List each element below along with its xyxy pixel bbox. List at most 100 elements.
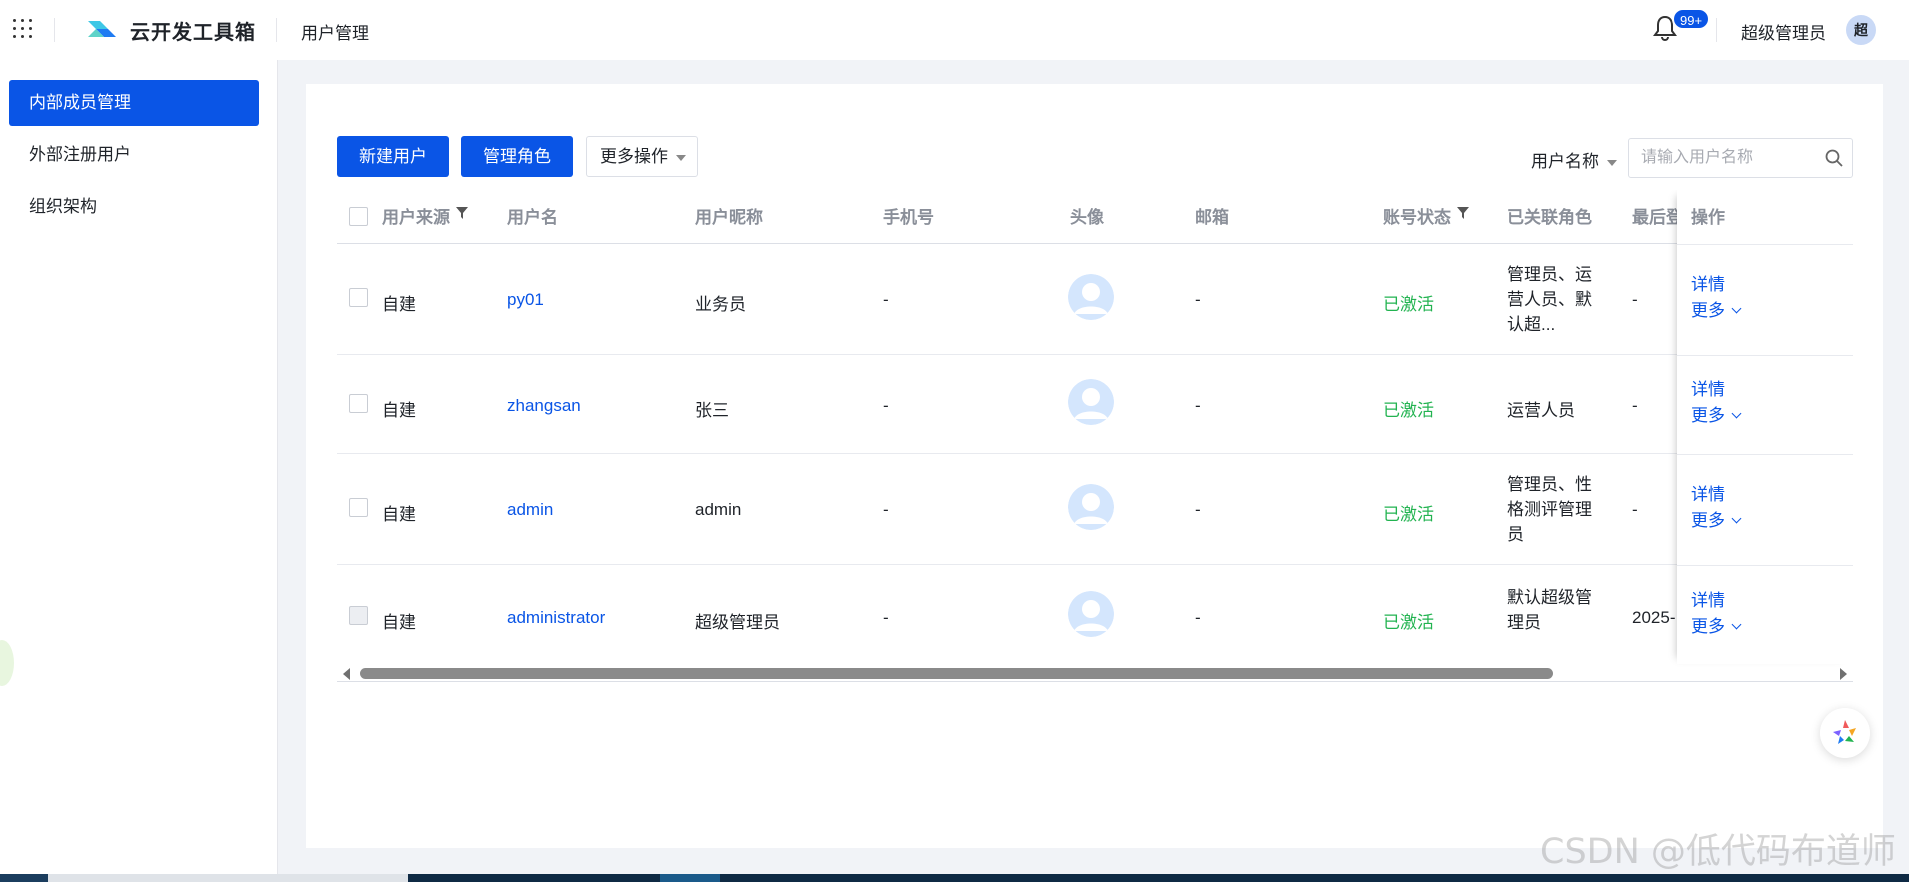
- user-avatar-icon: [1068, 591, 1114, 637]
- search-type-select[interactable]: 用户名称: [1531, 147, 1617, 172]
- cell-last-login: -: [1632, 500, 1638, 519]
- row-checkbox[interactable]: [349, 498, 368, 517]
- detail-link[interactable]: 详情: [1691, 586, 1725, 611]
- page-title: 用户管理: [301, 24, 369, 43]
- table-horizontal-scrollbar[interactable]: [337, 664, 1853, 682]
- sidebar: 内部成员管理 外部注册用户 组织架构: [0, 60, 278, 882]
- more-dropdown[interactable]: 更多: [1691, 506, 1742, 531]
- scrollbar-thumb[interactable]: [360, 668, 1553, 679]
- app-grid-icon[interactable]: [12, 17, 34, 39]
- cell-source: 自建: [382, 295, 416, 314]
- header-divider: [54, 18, 55, 42]
- cell-nickname: 超级管理员: [695, 613, 780, 632]
- filter-icon[interactable]: [456, 207, 468, 219]
- chevron-down-icon: [1731, 619, 1742, 630]
- row-checkbox[interactable]: [349, 288, 368, 307]
- user-table: 用户来源 用户名 用户昵称 手机号 头像 邮箱 账号状态 已关联角色 最后登录 …: [337, 190, 1853, 668]
- cell-phone: -: [883, 290, 889, 309]
- cell-username-link[interactable]: administrator: [507, 608, 605, 628]
- column-header-status: 账号状态: [1383, 190, 1469, 244]
- more-actions-label: 更多操作: [600, 147, 668, 166]
- more-label: 更多: [1691, 617, 1725, 636]
- column-header-phone: 手机号: [883, 208, 934, 227]
- column-header-roles: 已关联角色: [1507, 208, 1592, 227]
- more-dropdown[interactable]: 更多: [1691, 401, 1742, 426]
- detail-link[interactable]: 详情: [1691, 375, 1725, 400]
- manage-roles-button[interactable]: 管理角色: [461, 136, 573, 177]
- search-box: [1628, 138, 1853, 178]
- caret-down-icon: [1607, 159, 1617, 166]
- cell-phone: -: [883, 396, 889, 415]
- user-avatar-icon: [1068, 274, 1114, 320]
- more-actions-dropdown[interactable]: 更多操作: [586, 136, 698, 177]
- scroll-left-arrow-icon[interactable]: [343, 668, 350, 680]
- cell-phone: -: [883, 500, 889, 519]
- watermark: CSDN @低代码布道师: [1540, 832, 1896, 872]
- cell-email: -: [1195, 396, 1201, 415]
- cell-nickname: 张三: [695, 401, 729, 420]
- column-header-operations: 操作: [1691, 208, 1725, 227]
- floating-helper-handle[interactable]: [0, 640, 14, 686]
- taskbar-strip: [0, 874, 1909, 882]
- cell-roles: 运营人员: [1507, 401, 1575, 420]
- column-header-label: 账号状态: [1383, 208, 1451, 227]
- notification-badge: 99+: [1672, 8, 1711, 30]
- cell-source: 自建: [382, 505, 416, 524]
- select-all-checkbox[interactable]: [349, 207, 368, 226]
- assistant-float-icon[interactable]: [1820, 708, 1870, 758]
- new-user-button[interactable]: 新建用户: [337, 136, 449, 177]
- header-divider: [1716, 18, 1717, 42]
- taskbar-segment: [660, 874, 720, 882]
- current-user-name[interactable]: 超级管理员: [1741, 19, 1826, 44]
- row-checkbox: [349, 606, 368, 625]
- taskbar-segment: [0, 874, 48, 882]
- table-row: 自建 py01 业务员 - - 已激活 管理员、运营人员、默认超... -: [337, 244, 1853, 355]
- cell-source: 自建: [382, 613, 416, 632]
- search-icon[interactable]: [1824, 148, 1844, 168]
- column-header-source: 用户来源: [382, 190, 468, 244]
- cell-username-link[interactable]: py01: [507, 290, 544, 310]
- cell-roles: 管理员、性格测评管理员: [1507, 475, 1592, 544]
- detail-link[interactable]: 详情: [1691, 480, 1725, 505]
- cell-nickname: 业务员: [695, 295, 746, 314]
- cell-status: 已激活: [1383, 613, 1434, 632]
- detail-link[interactable]: 详情: [1691, 270, 1725, 295]
- cell-phone: -: [883, 608, 889, 627]
- column-divider: [1677, 454, 1853, 455]
- top-bar: 云开发工具箱 用户管理 99+ 超级管理员 超: [0, 0, 1909, 60]
- cell-roles: 管理员、运营人员、默认超...: [1507, 265, 1592, 334]
- user-avatar-icon: [1068, 484, 1114, 530]
- cell-nickname: admin: [695, 500, 742, 519]
- column-divider: [1677, 355, 1853, 356]
- sidebar-item-external-users[interactable]: 外部注册用户: [9, 132, 259, 178]
- chevron-down-icon: [1731, 513, 1742, 524]
- user-avatar[interactable]: 超: [1846, 15, 1876, 45]
- more-label: 更多: [1691, 301, 1725, 320]
- more-dropdown[interactable]: 更多: [1691, 296, 1742, 321]
- caret-down-icon: [676, 154, 686, 161]
- cell-email: -: [1195, 608, 1201, 627]
- table-header: 用户来源 用户名 用户昵称 手机号 头像 邮箱 账号状态 已关联角色 最后登录: [337, 190, 1853, 244]
- cell-username-link[interactable]: admin: [507, 500, 553, 520]
- cell-status: 已激活: [1383, 401, 1434, 420]
- cell-last-login: 2025-: [1632, 608, 1676, 627]
- table-row: 自建 zhangsan 张三 - - 已激活 运营人员 -: [337, 355, 1853, 454]
- scroll-right-arrow-icon[interactable]: [1840, 668, 1847, 680]
- row-checkbox[interactable]: [349, 394, 368, 413]
- column-header-last-login: 最后登录: [1632, 208, 1677, 227]
- sidebar-item-org-structure[interactable]: 组织架构: [9, 184, 259, 230]
- app-logo-icon: [88, 21, 116, 37]
- filter-icon[interactable]: [1457, 207, 1469, 219]
- column-header-label: 用户来源: [382, 208, 450, 227]
- chevron-down-icon: [1731, 303, 1742, 314]
- column-divider: [1677, 244, 1853, 245]
- cell-username-link[interactable]: zhangsan: [507, 396, 581, 416]
- cell-source: 自建: [382, 401, 416, 420]
- cell-email: -: [1195, 290, 1201, 309]
- sidebar-item-internal-members[interactable]: 内部成员管理: [9, 80, 259, 126]
- column-header-nickname: 用户昵称: [695, 208, 763, 227]
- search-input[interactable]: [1641, 147, 1821, 169]
- cell-last-login: -: [1632, 290, 1638, 309]
- more-dropdown[interactable]: 更多: [1691, 612, 1742, 637]
- more-label: 更多: [1691, 511, 1725, 530]
